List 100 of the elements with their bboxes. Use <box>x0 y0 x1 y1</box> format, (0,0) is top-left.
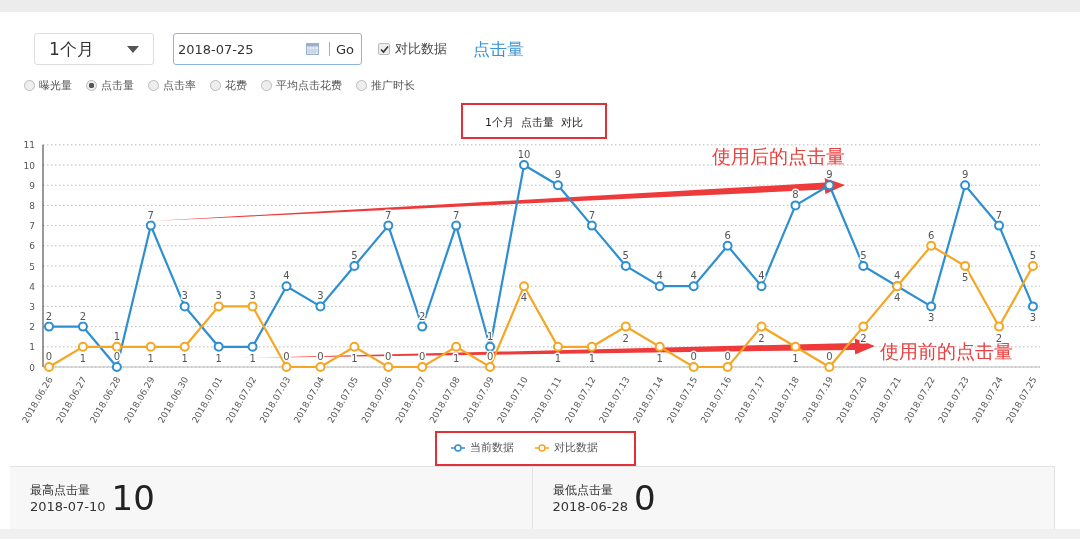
data-point <box>44 362 54 372</box>
data-point <box>281 362 292 372</box>
data-point <box>926 240 937 251</box>
radio-button[interactable] <box>148 79 159 91</box>
data-point <box>111 341 122 352</box>
data-label: 7 <box>588 209 596 221</box>
data-label: 10 <box>517 149 531 160</box>
radio-label: 推广时长 <box>371 77 415 93</box>
data-label: 3 <box>1029 312 1037 324</box>
axis-label: 5 <box>29 261 35 272</box>
data-label: 1 <box>215 352 222 364</box>
data-label: 2 <box>45 310 53 322</box>
data-label: 9 <box>826 169 833 181</box>
data-label: 9 <box>554 169 562 181</box>
data-label: 1 <box>351 352 358 364</box>
data-label: 5 <box>622 250 629 261</box>
data-point <box>44 321 54 332</box>
legend-line-icon <box>534 443 549 452</box>
data-label: 0 <box>45 351 53 362</box>
data-point <box>790 341 801 352</box>
data-label: 1 <box>147 352 154 364</box>
axis-label: 6 <box>29 241 35 252</box>
data-point <box>145 341 156 352</box>
date-field[interactable]: 2018-07-25 Go <box>173 33 362 65</box>
data-label: 5 <box>351 250 358 261</box>
data-point <box>247 301 258 312</box>
data-label: 1 <box>181 352 188 364</box>
data-point <box>315 301 326 312</box>
data-point <box>383 220 394 231</box>
calendar-icon <box>306 43 319 55</box>
stat-label: 最低点击量 <box>552 482 614 499</box>
data-point <box>552 180 563 191</box>
data-label: 6 <box>928 229 935 241</box>
data-label: 7 <box>385 209 392 221</box>
legend-line-icon <box>450 443 465 452</box>
data-point <box>179 341 190 352</box>
data-point <box>417 321 428 332</box>
annotation-text: 使用后的点击量 <box>712 145 845 167</box>
legend-label: 对比数据 <box>553 440 598 455</box>
radio-button[interactable] <box>261 79 272 91</box>
axis-label: 9 <box>29 180 35 191</box>
data-label: 4 <box>520 292 528 304</box>
radio-label: 花费 <box>225 77 247 93</box>
data-label: 2 <box>79 310 87 322</box>
data-label: 1 <box>452 352 460 364</box>
checkbox-label: 对比数据 <box>395 40 447 58</box>
data-point <box>552 341 563 352</box>
data-label: 3 <box>215 290 222 302</box>
data-label: 5 <box>1029 250 1037 261</box>
data-label: 7 <box>452 209 460 221</box>
data-point <box>994 220 1005 231</box>
data-label: 1 <box>249 352 256 364</box>
data-point <box>620 321 631 332</box>
radio-button[interactable] <box>24 79 35 91</box>
data-point <box>722 362 733 372</box>
radio-label: 点击率 <box>163 77 196 93</box>
axis-label: 0 <box>29 362 35 373</box>
data-label: 2 <box>622 332 629 344</box>
data-label: 1 <box>486 330 494 342</box>
data-label: 4 <box>656 270 663 282</box>
data-label: 8 <box>792 189 799 201</box>
stat-date: 2018-07-10 <box>30 499 106 514</box>
data-label: 7 <box>995 209 1003 221</box>
data-point <box>417 362 428 372</box>
data-label: 4 <box>894 292 901 304</box>
data-label: 7 <box>147 209 154 221</box>
data-point <box>824 362 835 372</box>
data-label: 1 <box>588 352 596 364</box>
data-point <box>77 321 88 332</box>
data-point <box>111 362 122 372</box>
data-label: 0 <box>283 351 290 362</box>
data-label: 1 <box>554 352 562 364</box>
data-point <box>383 362 394 372</box>
axis-label: 7 <box>29 221 35 232</box>
data-label: 0 <box>826 351 833 362</box>
radio-button[interactable] <box>210 79 221 91</box>
go-button[interactable]: Go <box>334 41 357 57</box>
axis-label: 8 <box>29 200 35 211</box>
data-label: 9 <box>961 169 969 181</box>
data-point <box>586 341 597 352</box>
data-label: 2 <box>419 310 426 322</box>
radio-label: 平均点击花费 <box>276 77 342 93</box>
radio-button[interactable] <box>356 79 367 91</box>
data-point <box>824 180 835 191</box>
checkbox[interactable] <box>378 43 390 55</box>
data-point <box>485 341 496 352</box>
data-label: 3 <box>928 312 935 324</box>
data-point <box>451 341 462 352</box>
data-point <box>281 281 292 292</box>
data-label: 0 <box>690 351 697 362</box>
data-point <box>858 321 869 332</box>
metric-title: 点击量 <box>473 37 524 61</box>
radio-label: 点击量 <box>101 77 134 93</box>
period-dropdown[interactable]: 1个月 <box>34 33 154 65</box>
data-point <box>145 220 156 231</box>
radio-button[interactable] <box>86 79 97 91</box>
data-point <box>485 362 496 372</box>
axis-label: 1 <box>29 342 35 353</box>
data-point <box>722 240 733 251</box>
data-point <box>790 200 801 211</box>
